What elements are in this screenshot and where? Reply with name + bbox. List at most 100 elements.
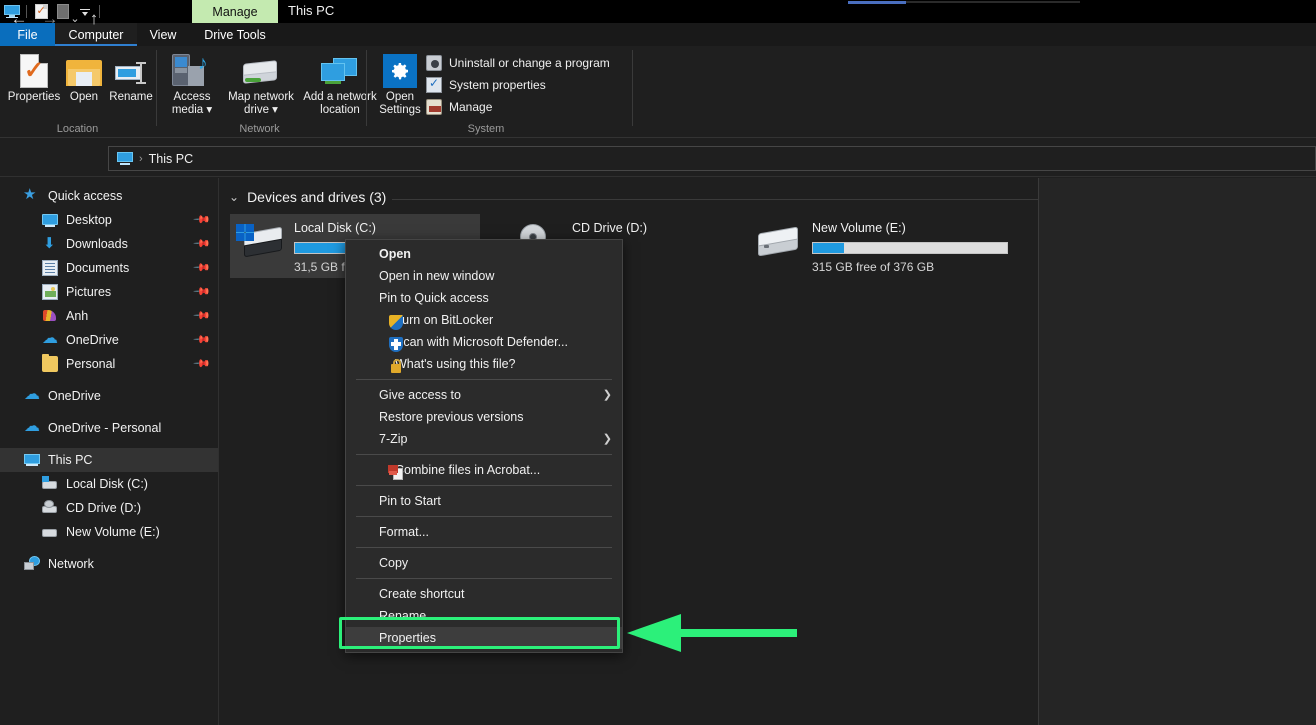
defender-shield-icon: [388, 337, 404, 353]
context-menu-item-label: Pin to Quick access: [379, 291, 489, 305]
title-accent-strip-2: [906, 1, 1080, 3]
ribbon-button-properties[interactable]: Properties: [6, 50, 62, 104]
hard-disk-icon: [42, 476, 58, 492]
onedrive-cloud-icon: [42, 332, 58, 348]
sidebar-item-local-disk-c[interactable]: Local Disk (C:): [0, 472, 218, 496]
sidebar-item-network[interactable]: Network: [0, 552, 218, 576]
context-menu[interactable]: Open Open in new window Pin to Quick acc…: [345, 239, 623, 653]
desktop-icon: [42, 212, 58, 228]
back-button[interactable]: ←: [8, 9, 30, 29]
ribbon-group-network-label: Network: [157, 123, 362, 135]
context-menu-item-whats-using-this-file[interactable]: What's using this file?: [346, 353, 622, 375]
context-menu-item-rename[interactable]: Rename: [346, 605, 622, 627]
pin-icon[interactable]: 📌: [193, 258, 212, 277]
context-menu-item-create-shortcut[interactable]: Create shortcut: [346, 583, 622, 605]
ribbon-button-open[interactable]: Open: [62, 50, 106, 104]
sidebar-item-onedrive[interactable]: OneDrive: [0, 384, 218, 408]
title-accent-strip: [848, 1, 906, 4]
sidebar-item-onedrive-quick[interactable]: OneDrive 📌: [0, 328, 218, 352]
ribbon-group-system: Open Settings Uninstall or change a prog…: [368, 46, 632, 138]
pin-icon[interactable]: 📌: [193, 354, 212, 373]
group-header-devices-and-drives[interactable]: ⌄ Devices and drives (3): [229, 189, 386, 205]
ribbon-button-rename[interactable]: Rename: [106, 50, 156, 104]
context-menu-item-turn-on-bitlocker[interactable]: Turn on BitLocker: [346, 309, 622, 331]
pin-icon[interactable]: 📌: [193, 306, 212, 325]
drive-free-space: 315 GB free of 376 GB: [812, 260, 1008, 274]
context-menu-item-pin-to-start[interactable]: Pin to Start: [346, 490, 622, 512]
tab-computer-label: Computer: [69, 28, 124, 42]
context-menu-item-copy[interactable]: Copy: [346, 552, 622, 574]
ribbon-button-open-settings[interactable]: Open Settings: [372, 50, 428, 117]
context-menu-item-label: Open in new window: [379, 269, 494, 283]
chevron-down-icon[interactable]: ⌄: [229, 190, 239, 204]
sidebar-item-label: Personal: [66, 357, 115, 371]
pictures-icon: [42, 284, 58, 300]
context-menu-item-combine-files-in-acrobat[interactable]: Combine files in Acrobat...: [346, 459, 622, 481]
pin-icon[interactable]: 📌: [193, 330, 212, 349]
context-menu-item-scan-with-microsoft-defender[interactable]: Scan with Microsoft Defender...: [346, 331, 622, 353]
context-menu-item-open-in-new-window[interactable]: Open in new window: [346, 265, 622, 287]
sidebar-item-downloads[interactable]: Downloads 📌: [0, 232, 218, 256]
ribbon-button-access-media[interactable]: ♪ Access media ▾: [161, 50, 223, 117]
sidebar-item-quick-access[interactable]: Quick access: [0, 184, 218, 208]
sidebar-item-new-volume-e[interactable]: New Volume (E:): [0, 520, 218, 544]
sidebar-item-personal[interactable]: Personal 📌: [0, 352, 218, 376]
sidebar-item-pictures[interactable]: Pictures 📌: [0, 280, 218, 304]
tab-view[interactable]: View: [137, 23, 189, 46]
context-menu-item-give-access-to[interactable]: Give access to ❯: [346, 384, 622, 406]
context-menu-item-label: Restore previous versions: [379, 410, 524, 424]
sidebar-item-onedrive-personal[interactable]: OneDrive - Personal: [0, 416, 218, 440]
manage-label: Manage: [212, 5, 257, 19]
ribbon-button-open-settings-label: Open Settings: [379, 91, 421, 117]
gear-icon: [383, 50, 417, 88]
pin-icon[interactable]: 📌: [193, 282, 212, 301]
pin-icon[interactable]: 📌: [193, 210, 212, 229]
anh-folder-icon: [42, 308, 58, 324]
sidebar-item-documents[interactable]: Documents 📌: [0, 256, 218, 280]
sidebar-item-cd-drive-d[interactable]: CD Drive (D:): [0, 496, 218, 520]
drive-tile-new-volume-e[interactable]: New Volume (E:) 315 GB free of 376 GB: [748, 214, 1008, 278]
sidebar-item-anh[interactable]: Anh 📌: [0, 304, 218, 328]
tab-drive-tools[interactable]: Drive Tools: [192, 23, 278, 46]
lock-icon: [388, 359, 404, 375]
drive-name: Local Disk (C:): [294, 221, 490, 235]
ribbon-button-manage[interactable]: Manage: [426, 98, 492, 116]
context-menu-item-pin-to-quick-access[interactable]: Pin to Quick access: [346, 287, 622, 309]
uninstall-icon: [426, 55, 442, 71]
breadcrumb[interactable]: This PC: [149, 152, 193, 166]
context-menu-item-restore-previous-versions[interactable]: Restore previous versions: [346, 406, 622, 428]
ribbon-button-properties-label: Properties: [8, 91, 60, 104]
preview-pane: [1039, 178, 1316, 725]
volume-drive-icon: [42, 524, 58, 540]
title-bar: Manage This PC: [0, 0, 1316, 23]
navigation-pane[interactable]: Quick access Desktop 📌 Downloads 📌 Docum…: [0, 178, 219, 725]
context-menu-item-label: 7-Zip: [379, 432, 407, 446]
context-menu-item-format[interactable]: Format...: [346, 521, 622, 543]
forward-button[interactable]: →: [39, 9, 61, 29]
rename-icon: [113, 50, 149, 88]
ribbon-button-manage-label: Manage: [449, 100, 492, 114]
ribbon-button-system-properties[interactable]: System properties: [426, 76, 546, 94]
file-list-pane[interactable]: ⌄ Devices and drives (3) Local Disk (C:)…: [220, 178, 1038, 725]
bitlocker-icon: [388, 315, 404, 331]
up-button[interactable]: ↑: [83, 9, 105, 29]
ribbon-button-map-network-drive[interactable]: Map network drive ▾: [223, 50, 299, 117]
ribbon-button-uninstall-or-change-a-program[interactable]: Uninstall or change a program: [426, 54, 610, 72]
ribbon-divider-3: [632, 50, 633, 126]
context-menu-item-properties[interactable]: Properties: [346, 627, 622, 649]
add-network-icon: [321, 50, 359, 88]
onedrive-cloud-icon: [24, 388, 40, 404]
context-menu-item-7-zip[interactable]: 7-Zip ❯: [346, 428, 622, 450]
context-menu-item-label: Properties: [379, 631, 436, 645]
chevron-right-icon: ❯: [603, 432, 612, 445]
sidebar-item-label: CD Drive (D:): [66, 501, 141, 515]
pin-icon[interactable]: 📌: [193, 234, 212, 253]
sidebar-item-this-pc[interactable]: This PC: [0, 448, 218, 472]
ribbon-group-network: ♪ Access media ▾ Map network drive ▾ Add…: [157, 46, 362, 138]
context-menu-item-open[interactable]: Open: [346, 243, 622, 265]
this-pc-icon: [117, 152, 133, 165]
group-header-rule: [392, 199, 1040, 200]
address-field[interactable]: › This PC: [108, 146, 1316, 171]
ribbon-group-system-label: System: [368, 123, 604, 135]
sidebar-item-desktop[interactable]: Desktop 📌: [0, 208, 218, 232]
